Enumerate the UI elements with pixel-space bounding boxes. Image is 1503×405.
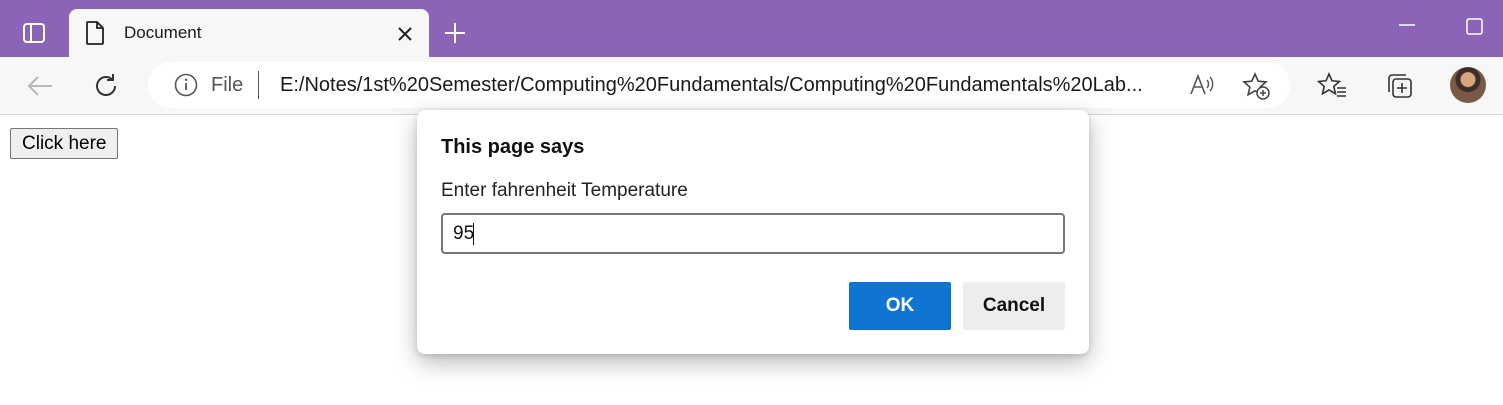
new-tab-icon[interactable] bbox=[440, 18, 470, 48]
toolbar: File E:/Notes/1st%20Semester/Computing%2… bbox=[0, 57, 1503, 115]
prompt-dialog: This page says Enter fahrenheit Temperat… bbox=[417, 110, 1089, 354]
minimize-icon[interactable] bbox=[1396, 14, 1418, 36]
tab-actions-icon[interactable] bbox=[16, 18, 52, 48]
close-icon[interactable] bbox=[393, 22, 417, 46]
dialog-message: Enter fahrenheit Temperature bbox=[441, 180, 688, 201]
tab-title: Document bbox=[124, 23, 202, 42]
click-here-button[interactable]: Click here bbox=[10, 128, 119, 159]
text-caret bbox=[473, 223, 474, 245]
cancel-button[interactable]: Cancel bbox=[963, 282, 1065, 330]
ok-button[interactable]: OK bbox=[849, 282, 951, 330]
address-separator bbox=[258, 71, 259, 99]
maximize-icon[interactable] bbox=[1464, 16, 1486, 38]
tab-strip: Document bbox=[0, 0, 1503, 57]
back-icon[interactable] bbox=[22, 69, 58, 103]
tab-document[interactable]: Document bbox=[69, 9, 429, 57]
scheme-label: File bbox=[211, 74, 244, 96]
info-icon[interactable] bbox=[174, 73, 198, 102]
temperature-input[interactable] bbox=[441, 213, 1065, 254]
add-favorite-icon[interactable] bbox=[1242, 72, 1270, 105]
address-bar[interactable]: File E:/Notes/1st%20Semester/Computing%2… bbox=[148, 62, 1290, 108]
dialog-heading: This page says bbox=[441, 136, 585, 158]
favorites-icon[interactable] bbox=[1314, 69, 1350, 103]
page-icon bbox=[85, 21, 105, 50]
collections-icon[interactable] bbox=[1382, 69, 1418, 103]
refresh-icon[interactable] bbox=[88, 69, 124, 103]
url-text[interactable]: E:/Notes/1st%20Semester/Computing%20Fund… bbox=[280, 74, 1175, 97]
avatar[interactable] bbox=[1450, 67, 1486, 103]
read-aloud-icon[interactable] bbox=[1188, 72, 1214, 104]
